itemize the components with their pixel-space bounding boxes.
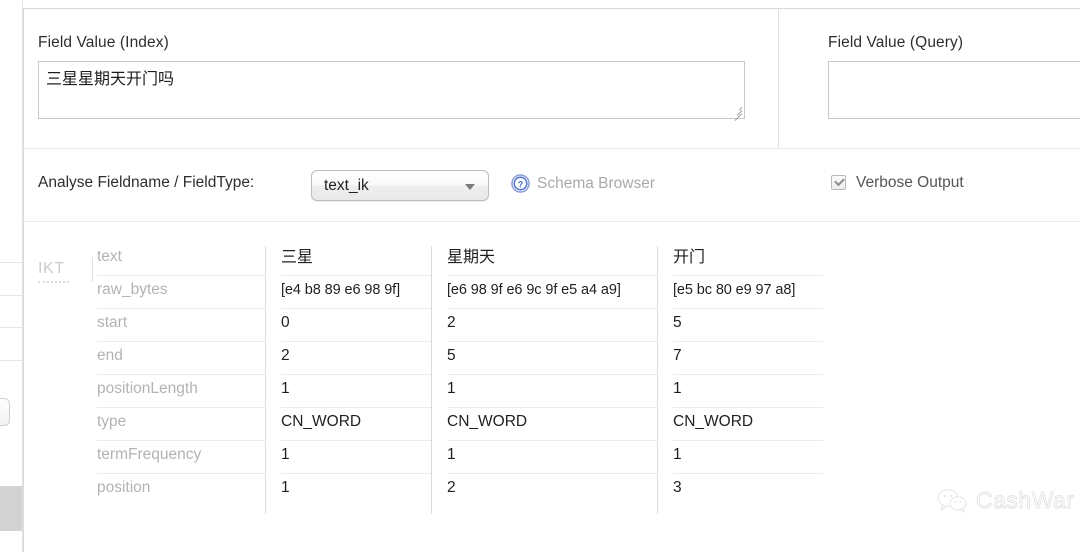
field-value-index-group: Field Value (Index) 三星星期天开门吗 <box>38 34 745 121</box>
table-grid: text raw_bytes start end positionLength type t… <box>23 243 823 514</box>
token-end: 2 <box>281 342 431 375</box>
token-end: 7 <box>673 342 823 375</box>
token-column: 三星 [e4 b8 89 e6 98 9f] 0 2 1 CN_WORD 1 1 <box>265 243 431 514</box>
token-column: 开门 [e5 bc 80 e9 97 a8] 5 7 1 CN_WORD 1 3 <box>657 243 823 514</box>
watermark-text: CashWar <box>976 487 1075 514</box>
row-label: position <box>97 479 151 496</box>
token-termFrequency: 1 <box>673 441 823 474</box>
field-value-index-text: 三星星期天开门吗 <box>46 69 175 88</box>
row-label: start <box>97 309 265 342</box>
schema-browser-link[interactable]: Schema Browser <box>537 175 655 193</box>
fieldtype-select[interactable]: text_ik <box>311 170 489 201</box>
token-position: 1 <box>281 479 290 496</box>
token-end: 5 <box>447 342 657 375</box>
token-text: 星期天 <box>447 243 657 276</box>
token-raw_bytes: [e5 bc 80 e9 97 a8] <box>673 276 823 309</box>
rail-divider <box>0 327 23 328</box>
row-label: positionLength <box>97 375 265 408</box>
fieldtype-select-value: text_ik <box>324 177 369 194</box>
column-divider <box>265 246 266 514</box>
row-label: end <box>97 342 265 375</box>
token-raw_bytes: [e4 b8 89 e6 98 9f] <box>281 276 431 309</box>
options-bottom-divider <box>23 221 1080 222</box>
token-text: 开门 <box>673 243 823 276</box>
rail-edge-button[interactable] <box>0 398 10 426</box>
column-divider <box>657 246 658 514</box>
row-label: termFrequency <box>97 441 265 474</box>
token-positionLength: 1 <box>281 375 431 408</box>
field-value-index-input[interactable]: 三星星期天开门吗 <box>38 61 745 121</box>
verbose-output-label: Verbose Output <box>856 174 964 191</box>
rail-divider <box>0 262 23 263</box>
field-value-query-label: Field Value (Query) <box>828 34 964 51</box>
vertical-divider <box>778 8 779 148</box>
left-rail <box>0 0 23 552</box>
panel-top-border <box>23 8 1080 9</box>
table-label-column: text raw_bytes start end positionLength type t… <box>97 243 265 506</box>
row-label: type <box>97 408 265 441</box>
field-value-index-label: Field Value (Index) <box>38 34 169 51</box>
question-mark-circle-icon[interactable]: ? <box>511 174 530 193</box>
rail-divider <box>0 295 23 296</box>
analyse-fieldname-label: Analyse Fieldname / FieldType: <box>38 174 255 191</box>
token-start: 5 <box>673 309 823 342</box>
token-type: CN_WORD <box>281 408 431 441</box>
chevron-down-icon <box>465 184 475 190</box>
checkmark-icon <box>834 175 845 187</box>
token-start: 2 <box>447 309 657 342</box>
row-label: raw_bytes <box>97 276 265 309</box>
token-termFrequency: 1 <box>447 441 657 474</box>
svg-text:?: ? <box>518 179 524 189</box>
resize-grip-icon[interactable] <box>731 105 743 121</box>
token-position: 2 <box>447 479 456 496</box>
token-raw_bytes: [e6 98 9f e6 9c 9f e5 a4 a9] <box>447 276 657 309</box>
watermark: CashWar <box>937 487 1075 514</box>
wechat-logo-icon <box>937 488 967 514</box>
token-type: CN_WORD <box>673 408 823 441</box>
rail-divider <box>0 360 23 361</box>
token-type: CN_WORD <box>447 408 657 441</box>
token-column: 星期天 [e6 98 9f e6 9c 9f e5 a4 a9] 2 5 1 CN_WOR… <box>431 243 657 514</box>
rail-scroll-block[interactable] <box>0 486 22 531</box>
row-label: text <box>97 243 265 276</box>
token-text: 三星 <box>281 243 431 276</box>
analysis-panel: Field Value (Index) 三星星期天开门吗 Field Value… <box>23 0 1080 552</box>
token-position: 3 <box>673 479 682 496</box>
verbose-output-checkbox[interactable] <box>831 175 846 190</box>
token-positionLength: 1 <box>673 375 823 408</box>
options-top-divider <box>23 148 1080 149</box>
field-value-query-input[interactable] <box>828 61 1080 119</box>
field-value-query-group: Field Value (Query) <box>828 34 1080 119</box>
token-positionLength: 1 <box>447 375 657 408</box>
token-start: 0 <box>281 309 431 342</box>
column-divider <box>431 246 432 514</box>
token-termFrequency: 1 <box>281 441 431 474</box>
